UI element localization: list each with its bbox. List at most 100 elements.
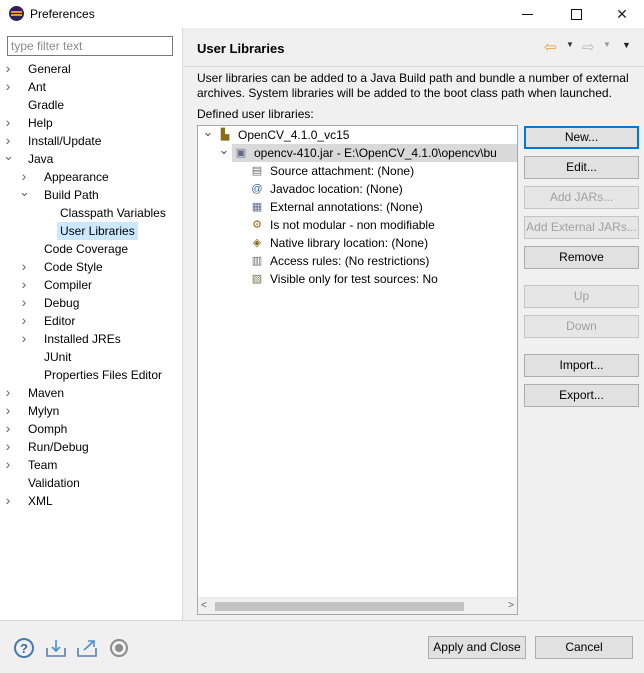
tree-item-debug[interactable]: › Debug — [0, 294, 183, 312]
edit-button[interactable]: Edit... — [524, 156, 639, 179]
library-row-label: Access rules: (No restrictions) — [270, 254, 430, 268]
minimize-icon — [521, 13, 533, 15]
title-bar: Preferences ✕ — [0, 0, 644, 28]
tree-item-java[interactable]: ⌄ Java — [0, 149, 183, 168]
add-external-jars-button[interactable]: Add External JARs... — [524, 216, 639, 239]
chevron-down-icon[interactable]: ⌄ — [3, 149, 14, 168]
chevron-right-icon[interactable]: › — [3, 114, 13, 132]
tree-item-compiler[interactable]: › Compiler — [0, 276, 183, 294]
chevron-right-icon[interactable]: › — [3, 492, 13, 510]
tree-item-run-debug[interactable]: › Run/Debug — [0, 438, 183, 456]
export-button[interactable]: Export... — [524, 384, 639, 407]
tree-item-build-path[interactable]: ⌄ Build Path — [0, 185, 183, 204]
chevron-down-icon[interactable]: ⌄ — [202, 126, 214, 144]
library-tree-row[interactable]: @ Javadoc location: (None) — [198, 180, 517, 198]
chevron-right-icon[interactable]: › — [19, 294, 29, 312]
tree-item-label: Run/Debug — [28, 440, 89, 454]
chevron-right-icon[interactable]: › — [3, 456, 13, 474]
chevron-right-icon[interactable]: › — [19, 330, 29, 348]
record-dot — [115, 644, 123, 652]
add-jars-button[interactable]: Add JARs... — [524, 186, 639, 209]
tree-item-maven[interactable]: › Maven — [0, 384, 183, 402]
tree-item-label: Gradle — [28, 98, 65, 112]
down-button[interactable]: Down — [524, 315, 639, 338]
tree-item-label: Classpath Variables — [60, 206, 166, 220]
forward-arrow-icon[interactable]: ⇨ — [582, 38, 595, 56]
export-preferences-icon[interactable] — [76, 637, 98, 659]
tree-item-junit[interactable]: JUnit — [0, 348, 183, 366]
tree-item-classpath-variables[interactable]: Classpath Variables — [0, 204, 183, 222]
tree-item-mylyn[interactable]: › Mylyn — [0, 402, 183, 420]
view-menu-icon[interactable]: ▼ — [622, 40, 631, 50]
filter-input[interactable] — [7, 36, 173, 56]
tree-item-install-update[interactable]: › Install/Update — [0, 132, 183, 150]
apply-and-close-button[interactable]: Apply and Close — [428, 636, 526, 659]
tree-item-ant[interactable]: › Ant — [0, 78, 183, 96]
horizontal-scrollbar[interactable]: < > — [198, 597, 517, 614]
tree-item-properties-files-editor[interactable]: Properties Files Editor — [0, 366, 183, 384]
remove-button[interactable]: Remove — [524, 246, 639, 269]
import-button[interactable]: Import... — [524, 354, 639, 377]
scrollbar-thumb[interactable] — [215, 602, 464, 611]
chevron-right-icon[interactable]: › — [3, 438, 13, 456]
tree-item-label: Properties Files Editor — [44, 368, 163, 382]
close-icon: ✕ — [616, 5, 628, 22]
scroll-left-icon[interactable]: < — [201, 600, 207, 611]
up-button[interactable]: Up — [524, 285, 639, 308]
tree-item-label: Build Path — [44, 188, 99, 202]
tree-item-validation[interactable]: Validation — [0, 474, 183, 492]
tree-item-installed-jres[interactable]: › Installed JREs — [0, 330, 183, 348]
chevron-right-icon[interactable]: › — [3, 402, 13, 420]
minimize-button[interactable] — [504, 0, 550, 28]
library-tree-row[interactable]: ▥ Access rules: (No restrictions) — [198, 252, 517, 270]
native-library-icon: ◈ — [252, 237, 262, 249]
tree-item-code-style[interactable]: › Code Style — [0, 258, 183, 276]
library-tree-row[interactable]: ◈ Native library location: (None) — [198, 234, 517, 252]
scroll-right-icon[interactable]: > — [508, 600, 514, 611]
library-tree-row[interactable]: ▧ Visible only for test sources: No — [198, 270, 517, 288]
tree-item-xml[interactable]: › XML — [0, 492, 183, 510]
record-circle — [110, 639, 128, 657]
user-libraries-tree[interactable]: ⌄ ▙ OpenCV_4.1.0_vc15 ⌄ ▣ opencv-410.jar - E:… — [197, 125, 518, 615]
tree-item-user-libraries[interactable]: User Libraries — [0, 222, 183, 240]
maximize-button[interactable] — [553, 0, 599, 28]
back-dropdown-icon[interactable]: ▼ — [566, 40, 574, 49]
import-preferences-icon[interactable] — [45, 637, 67, 659]
tree-item-label: Ant — [28, 80, 47, 94]
tree-item-oomph[interactable]: › Oomph — [0, 420, 183, 438]
chevron-right-icon[interactable]: › — [19, 276, 29, 294]
tree-item-code-coverage[interactable]: Code Coverage — [0, 240, 183, 258]
tree-item-label: Install/Update — [28, 134, 102, 148]
chevron-right-icon[interactable]: › — [19, 312, 29, 330]
library-tree-row[interactable]: ⌄ ▙ OpenCV_4.1.0_vc15 — [198, 126, 517, 144]
chevron-right-icon[interactable]: › — [19, 258, 29, 276]
tree-item-help[interactable]: › Help — [0, 114, 183, 132]
close-button[interactable]: ✕ — [599, 0, 644, 28]
tree-item-label: Team — [28, 458, 58, 472]
new-button[interactable]: New... — [524, 126, 639, 149]
chevron-right-icon[interactable]: › — [3, 420, 13, 438]
library-tree-row[interactable]: ▦ External annotations: (None) — [198, 198, 517, 216]
chevron-right-icon[interactable]: › — [3, 384, 13, 402]
library-tree-row[interactable]: ⚙ Is not modular - non modifiable — [198, 216, 517, 234]
annotations-icon: ▦ — [251, 201, 263, 213]
tree-item-general[interactable]: › General — [0, 60, 183, 78]
library-tree-row[interactable]: ▤ Source attachment: (None) — [198, 162, 517, 180]
record-icon[interactable] — [108, 637, 130, 659]
maximize-icon — [570, 8, 582, 20]
preference-tree-panel: ›General›AntGradle›Help›Install/Update⌄J… — [0, 28, 183, 620]
help-icon[interactable]: ? — [14, 638, 34, 658]
forward-dropdown-icon[interactable]: ▼ — [603, 40, 611, 49]
library-tree-row[interactable]: ⌄ ▣ opencv-410.jar - E:\OpenCV_4.1.0\openc… — [219, 143, 517, 162]
chevron-down-icon[interactable]: ⌄ — [19, 185, 30, 204]
tree-item-gradle[interactable]: Gradle — [0, 96, 183, 114]
back-arrow-icon[interactable]: ⇦ — [544, 38, 557, 56]
chevron-right-icon[interactable]: › — [3, 78, 13, 96]
tree-item-label: Debug — [44, 296, 80, 310]
tree-item-team[interactable]: › Team — [0, 456, 183, 474]
tree-item-editor[interactable]: › Editor — [0, 312, 183, 330]
cancel-button[interactable]: Cancel — [535, 636, 633, 659]
chevron-right-icon[interactable]: › — [3, 60, 13, 78]
library-row-label: opencv-410.jar - E:\OpenCV_4.1.0\opencv\… — [254, 146, 497, 160]
chevron-down-icon[interactable]: ⌄ — [218, 143, 230, 162]
